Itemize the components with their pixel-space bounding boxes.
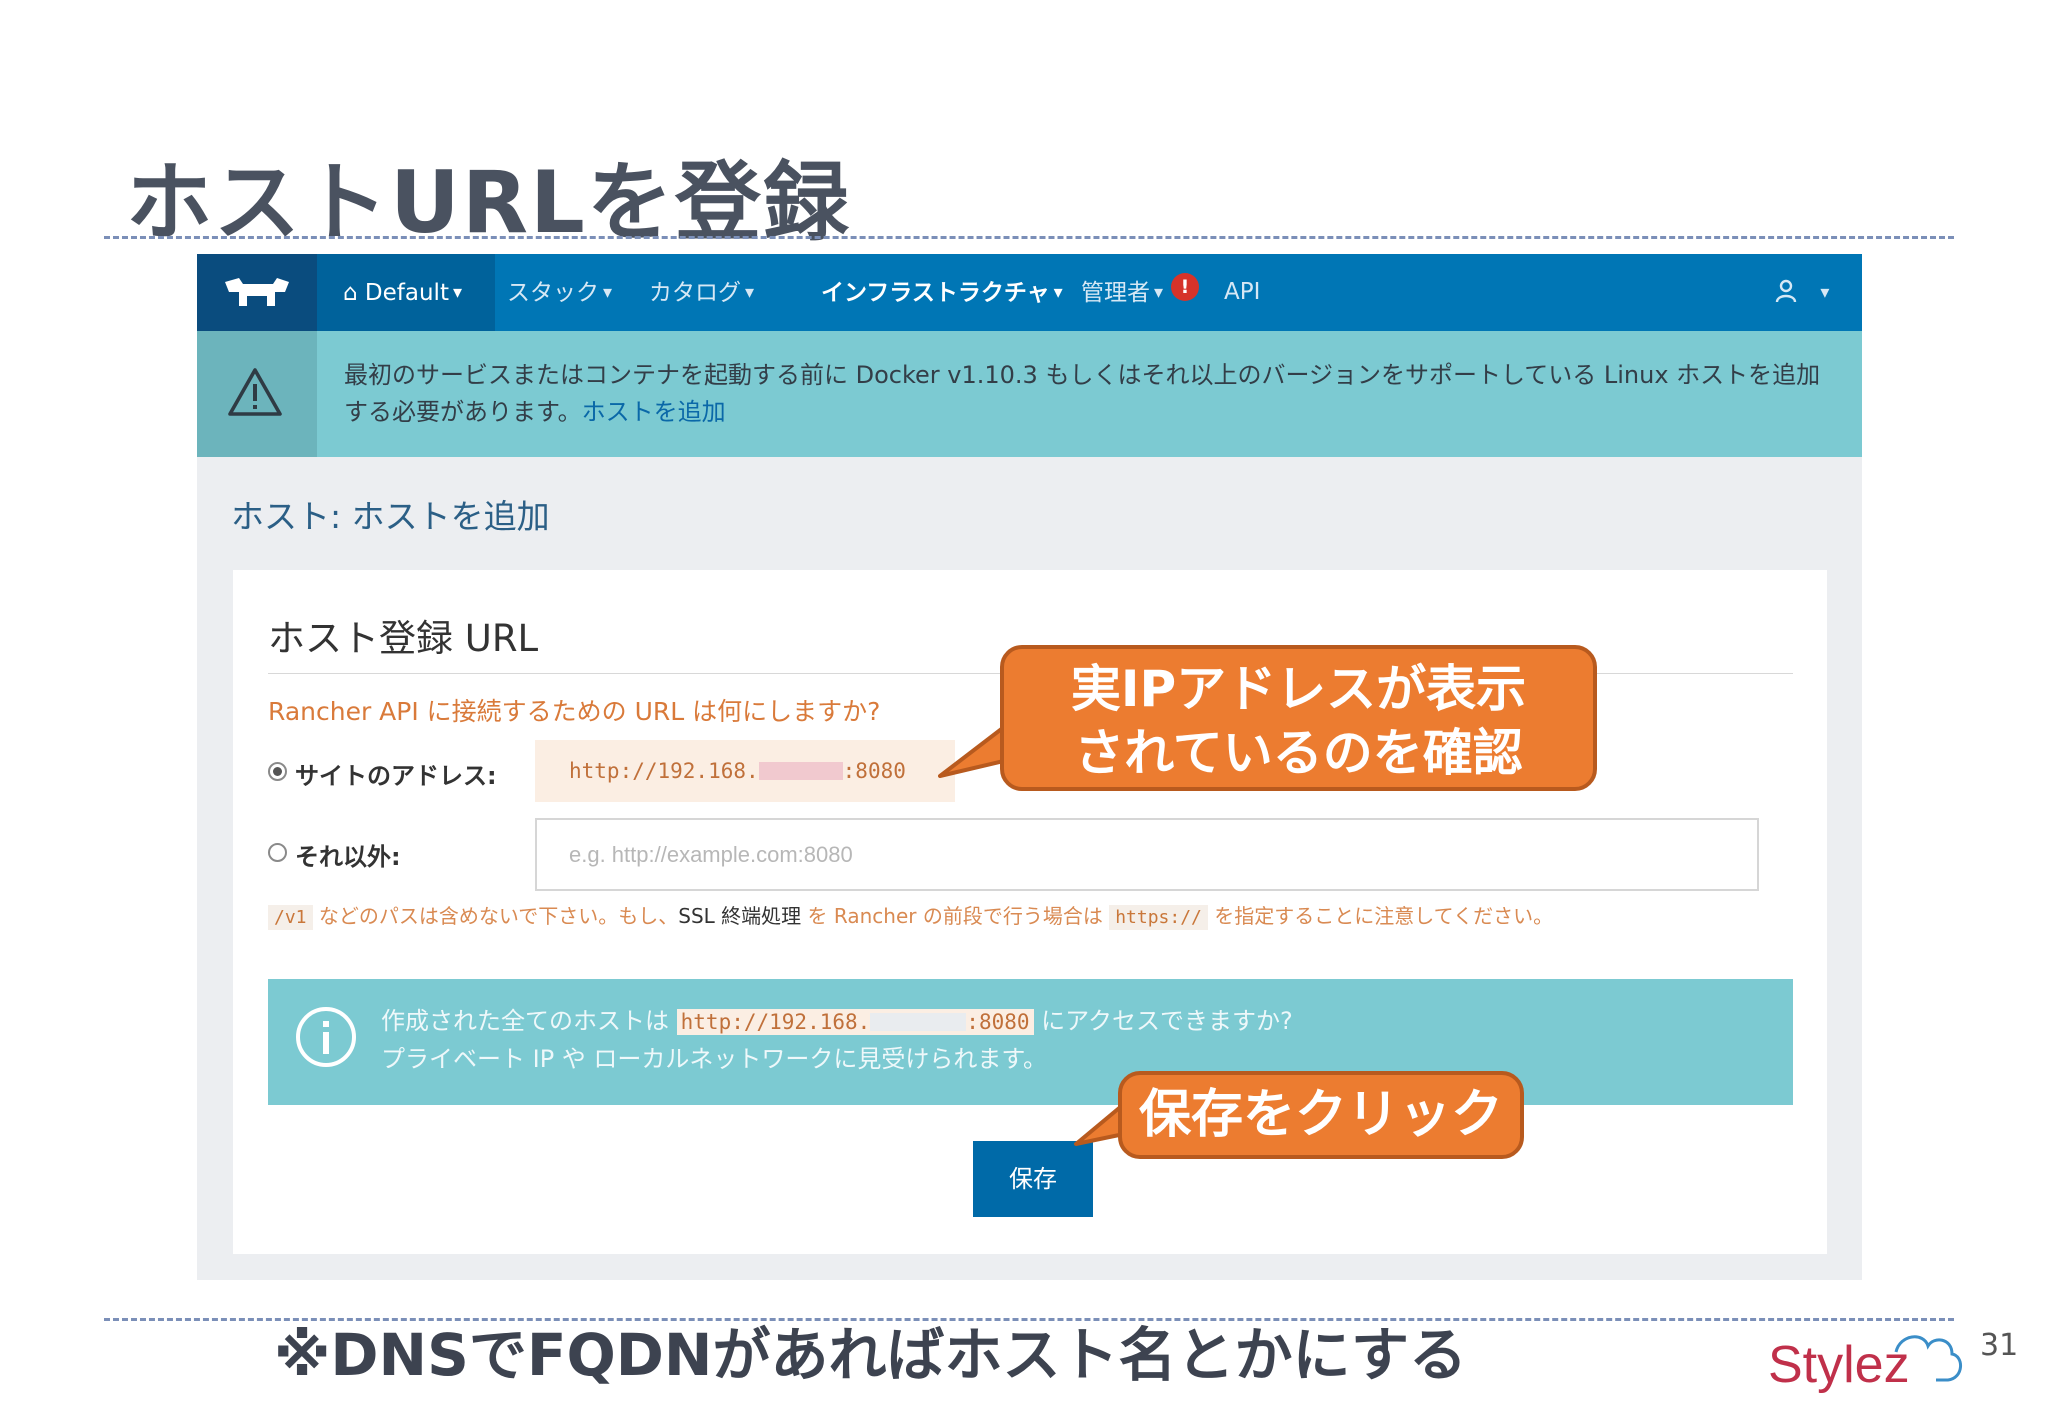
info-icon — [296, 1007, 356, 1067]
save-callout: 保存をクリック — [1118, 1071, 1524, 1159]
hint-code-v1: /v1 — [268, 905, 313, 930]
notice-icon-box — [197, 331, 317, 457]
redacted-ip — [758, 762, 843, 780]
chevron-down-icon: ▾ — [452, 282, 463, 303]
top-navigation: ⌂ Default ▾ スタック ▾ カタログ ▾ インフラストラクチャ ▾ 管理者 ▾ … — [197, 254, 1862, 331]
home-icon: ⌂ — [343, 280, 358, 306]
breadcrumb: ホスト: ホストを追加 — [231, 497, 550, 536]
radio-site-address[interactable] — [268, 762, 287, 781]
rancher-logo[interactable] — [197, 254, 317, 331]
url-question: Rancher API に接続するための URL は何にしますか? — [268, 697, 881, 726]
cow-logo-icon — [225, 278, 289, 306]
other-label: それ以外: — [295, 843, 401, 871]
custom-url-input[interactable] — [535, 818, 1759, 891]
nav-admin[interactable]: 管理者 ▾ — [1081, 254, 1163, 331]
notice-message: 最初のサービスまたはコンテナを起動する前に Docker v1.10.3 もしく… — [344, 361, 1821, 426]
ssl-termination-term: SSL 終端処理 — [678, 904, 802, 928]
nav-catalog[interactable]: カタログ ▾ — [649, 254, 754, 331]
stylez-logo: Stylez — [1768, 1322, 1968, 1404]
ip-address-callout: 実IPアドレスが表示 されているのを確認 — [1000, 645, 1597, 791]
footnote: ※DNSでFQDNがあればホスト名とかにする — [274, 1321, 1468, 1389]
reachability-info: 作成された全てのホストは http://192.168.:8080 にアクセスで… — [268, 979, 1793, 1105]
chevron-down-icon: ▾ — [1154, 282, 1164, 303]
site-address-label: サイトのアドレス: — [295, 762, 497, 790]
chevron-down-icon: ▾ — [745, 282, 755, 303]
chevron-down-icon: ▾ — [1820, 282, 1830, 303]
user-icon — [1775, 279, 1797, 303]
save-button[interactable]: 保存 — [973, 1141, 1093, 1217]
top-divider — [104, 236, 1954, 239]
chevron-down-icon: ▾ — [603, 282, 613, 303]
nav-api[interactable]: API — [1224, 254, 1260, 331]
chevron-down-icon: ▾ — [1053, 282, 1063, 303]
user-menu[interactable]: ▾ — [1775, 254, 1829, 331]
info-host-url: http://192.168.:8080 — [676, 1009, 1034, 1035]
path-hint: /v1 などのパスは含めないで下さい。もし、SSL 終端処理 を Rancher… — [268, 900, 1553, 930]
add-host-link[interactable]: ホストを追加 — [582, 398, 726, 426]
nav-stacks[interactable]: スタック ▾ — [507, 254, 612, 331]
nav-infrastructure[interactable]: インフラストラクチャ ▾ — [821, 254, 1063, 331]
environment-label: Default — [364, 280, 449, 306]
environment-switcher[interactable]: ⌂ Default ▾ — [343, 254, 462, 331]
hint-code-https: https:// — [1109, 905, 1208, 930]
radio-other[interactable] — [268, 843, 287, 862]
admin-alert-badge: ! — [1171, 273, 1199, 301]
panel-title: ホスト登録 URL — [268, 617, 539, 660]
redacted-ip — [870, 1013, 967, 1031]
warning-icon — [228, 368, 282, 416]
brand-wordmark: Stylez — [1768, 1336, 1910, 1394]
site-address-value: http://192.168.:8080 — [535, 740, 955, 802]
info-message: 作成された全てのホストは http://192.168.:8080 にアクセスで… — [381, 1007, 1293, 1073]
host-required-notice: 最初のサービスまたはコンテナを起動する前に Docker v1.10.3 もしく… — [197, 331, 1862, 457]
page-number: 31 — [1980, 1328, 2019, 1363]
